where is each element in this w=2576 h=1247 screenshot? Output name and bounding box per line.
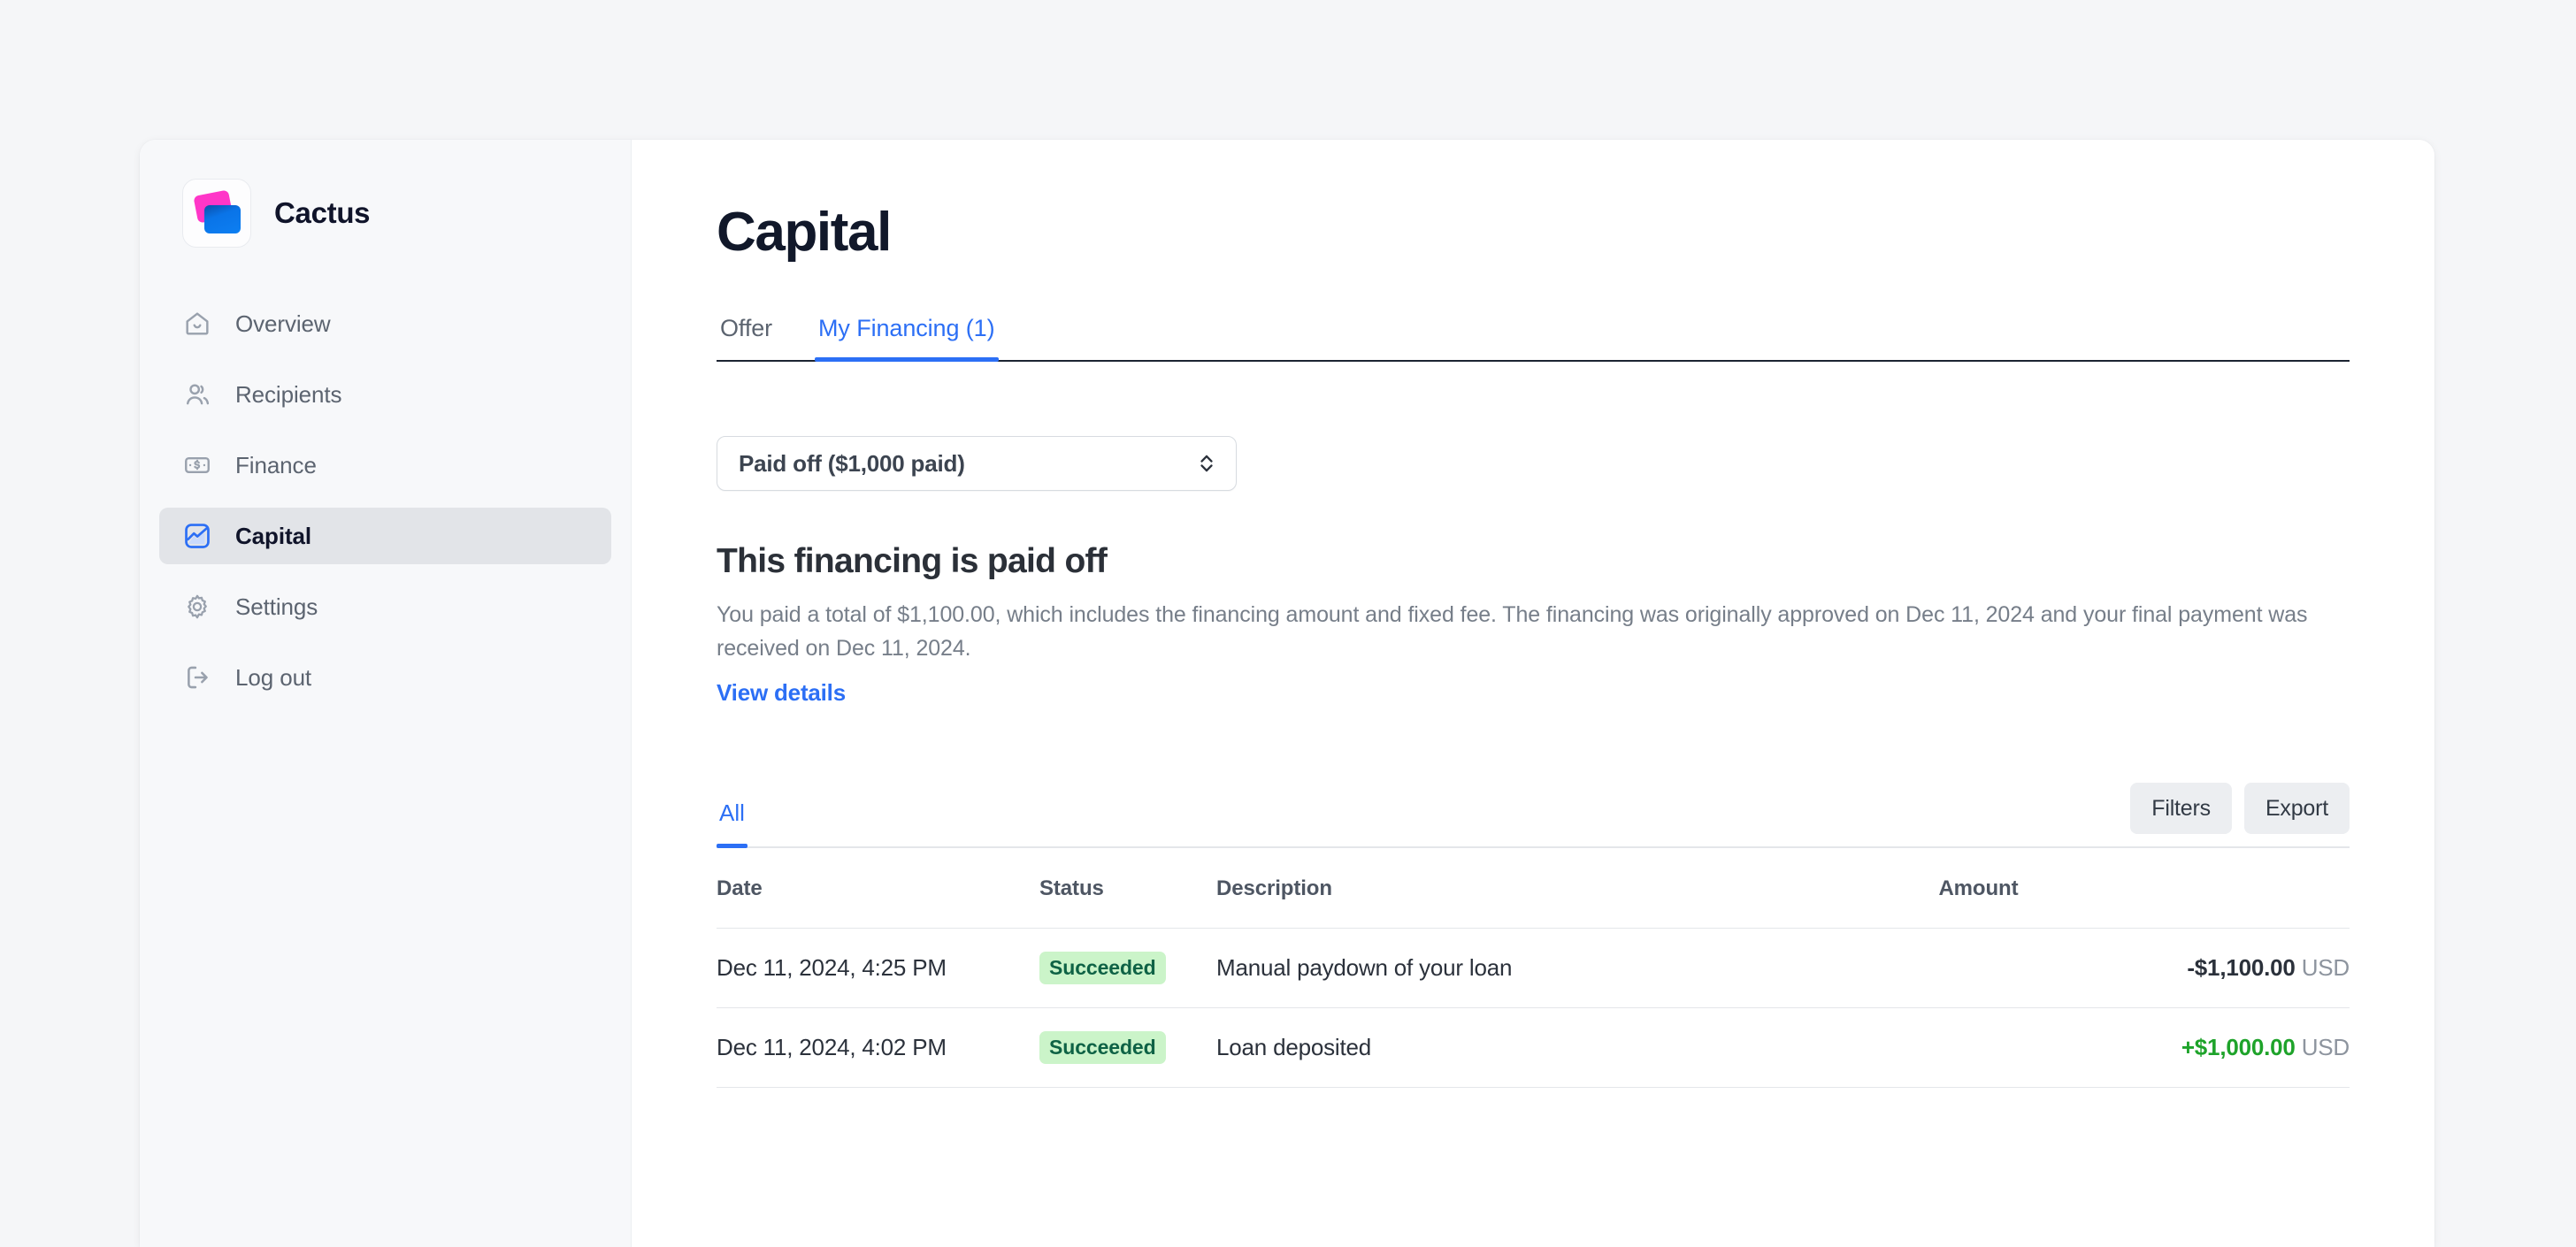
chevron-up-down-icon	[1200, 455, 1213, 472]
transactions-table: Date Status Description Amount Dec 11, 2…	[717, 848, 2350, 1088]
paid-off-section: This financing is paid off You paid a to…	[717, 542, 2350, 707]
financing-select[interactable]: Paid off ($1,000 paid)	[717, 436, 1237, 491]
financing-select-wrap: Paid off ($1,000 paid)	[717, 436, 2350, 491]
page-title: Capital	[717, 202, 892, 263]
cell-description: Manual paydown of your loan	[1216, 928, 1939, 1008]
tab-my-financing[interactable]: My Financing (1)	[815, 315, 999, 362]
sidebar-item-label: Overview	[235, 310, 331, 337]
table-row[interactable]: Dec 11, 2024, 4:02 PM Succeeded Loan dep…	[717, 1007, 2350, 1088]
amount-currency: USD	[2301, 1034, 2350, 1060]
tab-all[interactable]: All	[717, 799, 748, 848]
brand-name: Cactus	[274, 196, 371, 229]
sidebar-item-finance[interactable]: Finance	[159, 437, 611, 493]
financing-select-value: Paid off ($1,000 paid)	[739, 449, 965, 477]
column-header-amount: Amount	[1938, 848, 2350, 929]
chart-box-icon	[185, 524, 210, 548]
amount-value: +$1,000.00	[2181, 1034, 2296, 1060]
table-row[interactable]: Dec 11, 2024, 4:25 PM Succeeded Manual p…	[717, 928, 2350, 1008]
sidebar-item-label: Capital	[235, 522, 311, 549]
logo-blue-card	[204, 205, 241, 233]
tab-offer[interactable]: Offer	[717, 315, 776, 360]
transactions-toolbar: All Filters Export	[717, 783, 2350, 848]
cell-description: Loan deposited	[1216, 1007, 1939, 1088]
main-content: Capital Offer My Financing (1) Paid off …	[632, 140, 2434, 1247]
sidebar-item-label: Finance	[235, 451, 317, 478]
app-window: Cactus Overview Recipients Finance Capit…	[140, 140, 2434, 1247]
paid-off-heading: This financing is paid off	[717, 542, 1108, 580]
status-badge: Succeeded	[1039, 952, 1166, 984]
amount-value: -$1,100.00	[2187, 954, 2296, 981]
table-head: Date Status Description Amount	[717, 848, 2350, 929]
sidebar-item-overview[interactable]: Overview	[159, 295, 611, 352]
home-icon	[186, 312, 209, 335]
cell-date: Dec 11, 2024, 4:25 PM	[717, 928, 1039, 1008]
sidebar-item-label: Recipients	[235, 380, 342, 408]
cell-amount: -$1,100.00 USD	[1938, 928, 2350, 1008]
transaction-tabs: All	[717, 799, 748, 848]
column-header-status: Status	[1039, 848, 1216, 929]
primary-tabs: Offer My Financing (1)	[717, 315, 2350, 362]
toolbar-actions: Filters Export	[2130, 783, 2350, 846]
filters-button[interactable]: Filters	[2130, 783, 2232, 834]
sidebar: Cactus Overview Recipients Finance Capit…	[140, 140, 632, 1247]
table-body: Dec 11, 2024, 4:25 PM Succeeded Manual p…	[717, 928, 2350, 1088]
logout-icon	[188, 666, 208, 689]
sidebar-item-label: Settings	[235, 593, 318, 620]
gear-icon	[188, 594, 207, 619]
status-badge: Succeeded	[1039, 1031, 1166, 1064]
people-icon	[187, 384, 210, 405]
cactus-logo-icon	[182, 179, 251, 248]
cell-status: Succeeded	[1039, 928, 1216, 1008]
cell-date: Dec 11, 2024, 4:02 PM	[717, 1007, 1039, 1088]
amount-currency: USD	[2301, 954, 2350, 981]
paid-off-description: You paid a total of $1,100.00, which inc…	[717, 602, 2308, 661]
banknote-icon	[185, 457, 210, 473]
column-header-date: Date	[717, 848, 1039, 929]
view-details-link[interactable]: View details	[717, 679, 846, 707]
export-button[interactable]: Export	[2243, 783, 2350, 834]
brand[interactable]: Cactus	[140, 140, 631, 248]
sidebar-item-capital[interactable]: Capital	[159, 508, 611, 564]
sidebar-item-log-out[interactable]: Log out	[159, 649, 611, 706]
sidebar-nav: Overview Recipients Finance Capital Sett…	[140, 295, 631, 706]
sidebar-item-recipients[interactable]: Recipients	[159, 366, 611, 423]
cell-status: Succeeded	[1039, 1007, 1216, 1088]
table-header-row: Date Status Description Amount	[717, 848, 2350, 929]
sidebar-item-settings[interactable]: Settings	[159, 578, 611, 635]
column-header-description: Description	[1216, 848, 1939, 929]
sidebar-item-label: Log out	[235, 663, 312, 691]
cell-amount: +$1,000.00 USD	[1938, 1007, 2350, 1088]
